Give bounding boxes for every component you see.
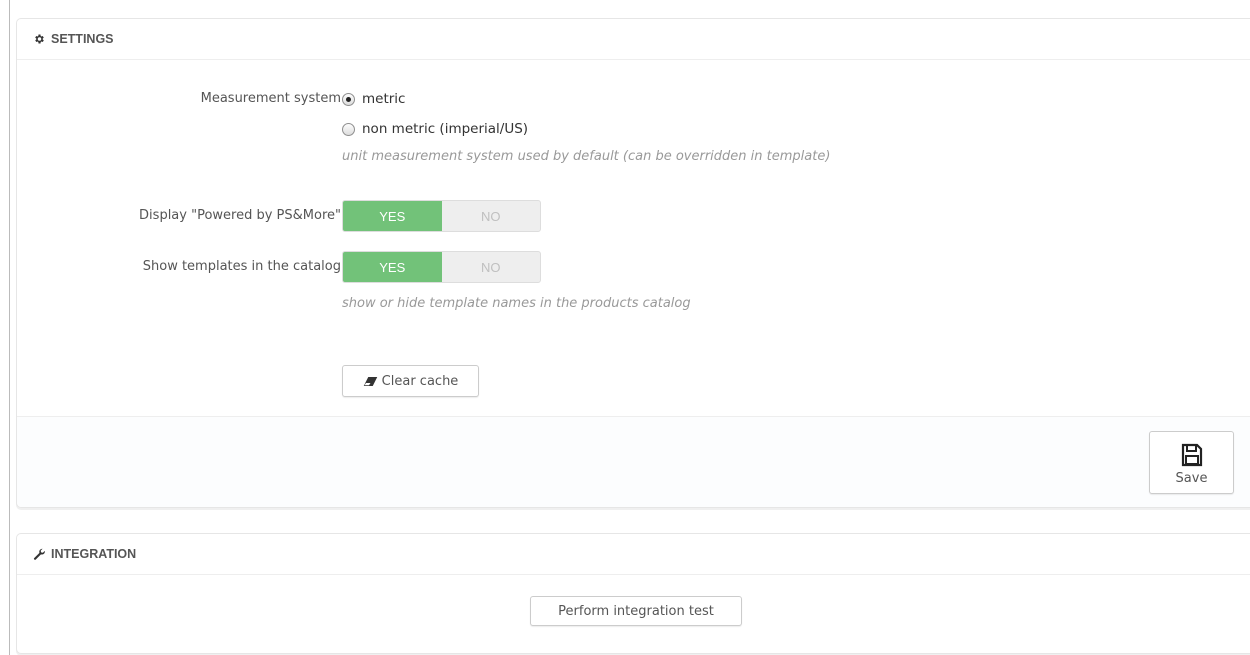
measurement-system-control: metric non metric (imperial/US) unit mea… bbox=[342, 89, 830, 164]
measurement-help-text: unit measurement system used by default … bbox=[342, 149, 831, 164]
powered-by-label: Display "Powered by PS&More" bbox=[139, 208, 341, 223]
clear-cache-button[interactable]: Clear cache bbox=[342, 365, 479, 397]
powered-by-toggle[interactable]: YES NO bbox=[342, 200, 541, 232]
radio-option-metric[interactable]: metric bbox=[342, 89, 830, 109]
show-templates-control: YES NO show or hide template names in th… bbox=[342, 251, 691, 311]
metric-radio-label[interactable]: metric bbox=[362, 91, 405, 107]
settings-heading-title: SETTINGS bbox=[51, 31, 114, 46]
measurement-system-label: Measurement system bbox=[200, 91, 341, 106]
radio-option-imperial[interactable]: non metric (imperial/US) bbox=[342, 119, 830, 139]
powered-by-yes-option[interactable]: YES bbox=[343, 201, 442, 231]
save-label[interactable]: Save bbox=[1176, 471, 1208, 486]
eraser-icon bbox=[363, 376, 378, 387]
show-templates-label: Show templates in the catalog bbox=[142, 259, 341, 274]
integration-panel: INTEGRATION Perform integration test bbox=[16, 533, 1250, 654]
clear-cache-label[interactable]: Clear cache bbox=[382, 374, 459, 389]
show-templates-help-text: show or hide template names in the produ… bbox=[342, 296, 691, 311]
integration-test-button[interactable]: Perform integration test bbox=[530, 596, 742, 626]
wrench-icon bbox=[32, 547, 46, 561]
imperial-radio[interactable] bbox=[342, 122, 355, 136]
metric-radio[interactable] bbox=[342, 92, 355, 106]
settings-panel-footer: Save bbox=[17, 416, 1250, 507]
settings-panel-heading: SETTINGS bbox=[17, 19, 1250, 60]
integration-panel-heading: INTEGRATION bbox=[17, 534, 1250, 575]
show-templates-no-option[interactable]: NO bbox=[442, 252, 541, 282]
show-templates-toggle[interactable]: YES NO bbox=[342, 251, 541, 283]
save-button[interactable]: Save bbox=[1149, 431, 1234, 494]
integration-heading-title: INTEGRATION bbox=[51, 546, 137, 561]
floppy-disk-icon bbox=[1181, 443, 1203, 467]
integration-test-label[interactable]: Perform integration test bbox=[558, 604, 714, 619]
settings-panel: SETTINGS Measurement system metric non m… bbox=[16, 18, 1250, 508]
powered-by-no-option[interactable]: NO bbox=[442, 201, 541, 231]
powered-by-switch[interactable]: YES NO bbox=[342, 200, 541, 232]
imperial-radio-label[interactable]: non metric (imperial/US) bbox=[362, 121, 528, 137]
gear-icon bbox=[32, 32, 46, 46]
show-templates-yes-option[interactable]: YES bbox=[343, 252, 442, 282]
